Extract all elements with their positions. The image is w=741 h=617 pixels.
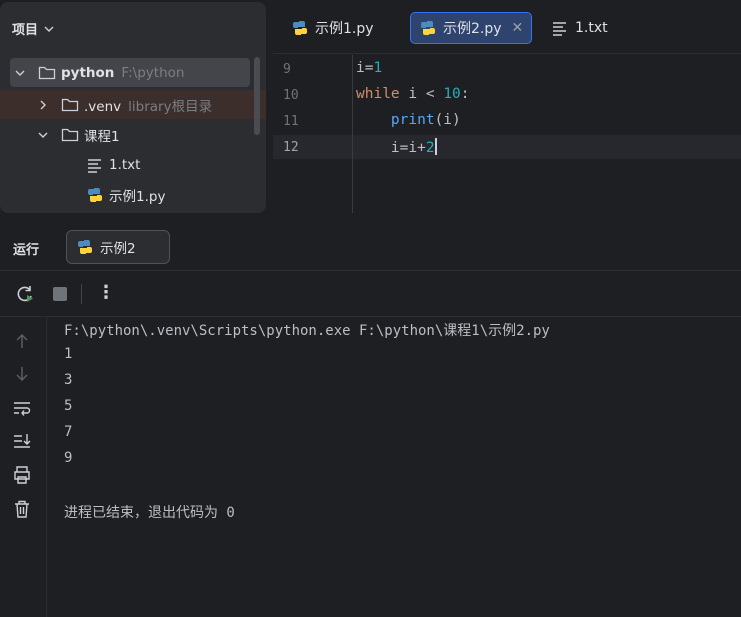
tree-item-txt[interactable]: 1.txt xyxy=(0,150,266,179)
tab-label: 示例1.py xyxy=(315,21,374,37)
code-keyword: while xyxy=(356,86,400,102)
code-text: i < xyxy=(399,86,444,102)
tree-item-label: 1.txt xyxy=(109,156,141,173)
arrow-up-icon[interactable] xyxy=(12,331,32,351)
arrow-down-icon[interactable] xyxy=(12,364,32,384)
console-line: 7 xyxy=(64,424,73,440)
console-side-toolbar xyxy=(0,317,47,617)
tab-label: 示例2.py xyxy=(443,21,502,37)
project-panel: 项目 python F:\python .venv library根目录 课程1 1… xyxy=(0,2,266,213)
rerun-icon[interactable] xyxy=(15,284,35,304)
tree-item-example1[interactable]: 示例1.py xyxy=(0,180,266,209)
run-panel-title: 运行 xyxy=(13,243,40,258)
project-header[interactable]: 项目 xyxy=(12,19,54,38)
code-number: 1 xyxy=(373,60,383,76)
code-function: print xyxy=(390,112,435,128)
trash-icon[interactable] xyxy=(12,499,32,519)
line-number: 9 xyxy=(283,62,291,77)
editor-panel: 示例1.py 示例2.py ✕ 1.txt 9 10 11 12 i=1 whi… xyxy=(273,2,741,213)
tree-scrollbar[interactable] xyxy=(254,57,260,135)
print-icon[interactable] xyxy=(12,465,32,485)
tree-item-python[interactable]: python F:\python xyxy=(10,58,250,87)
code-text: i= xyxy=(356,60,374,76)
line-number: 12 xyxy=(283,140,299,155)
code-text: i=i+ xyxy=(390,140,426,156)
chevron-down-icon xyxy=(38,132,48,138)
run-tab-label: 示例2 xyxy=(100,241,136,257)
tree-item-label: 示例1.py xyxy=(109,188,166,205)
tab-example1[interactable]: 示例1.py xyxy=(283,12,382,44)
tree-item-path: F:\python xyxy=(121,64,185,81)
python-file-icon xyxy=(293,21,307,35)
soft-wrap-icon[interactable] xyxy=(12,398,32,418)
text-file-icon xyxy=(553,22,566,36)
run-config-tab[interactable]: 示例2 xyxy=(66,230,170,264)
scroll-to-end-icon[interactable] xyxy=(12,431,32,451)
chevron-right-icon xyxy=(40,100,46,109)
run-panel: 运行 示例2 ⋮ F:\python\.venv\Scripts\python.… xyxy=(0,222,741,617)
tab-example2[interactable]: 示例2.py ✕ xyxy=(410,12,533,44)
editor-tab-bar: 示例1.py 示例2.py ✕ 1.txt xyxy=(273,2,741,54)
tab-label: 1.txt xyxy=(575,20,608,36)
tree-item-venv[interactable]: .venv library根目录 xyxy=(0,90,266,119)
code-line[interactable]: i=1 xyxy=(356,60,382,76)
tree-item-hint: library根目录 xyxy=(128,98,213,115)
code-line[interactable]: while i < 10: xyxy=(356,86,470,102)
toolbar-separator xyxy=(81,284,82,304)
text-file-icon xyxy=(88,158,101,173)
code-number: 2 xyxy=(425,140,435,156)
text-caret xyxy=(434,138,437,155)
code-number: 10 xyxy=(443,86,461,102)
line-number-gutter: 9 10 11 12 xyxy=(273,55,353,213)
console-line: 3 xyxy=(64,372,73,388)
divider xyxy=(0,316,741,317)
code-line[interactable]: i=i+2 xyxy=(356,138,437,156)
folder-icon xyxy=(61,98,79,111)
console-line: F:\python\.venv\Scripts\python.exe F:\py… xyxy=(64,323,550,339)
divider xyxy=(0,270,741,271)
tree-item-course1[interactable]: 课程1 xyxy=(0,120,266,149)
more-icon[interactable]: ⋮ xyxy=(97,282,115,303)
console-line: 5 xyxy=(64,398,73,414)
chevron-down-icon xyxy=(44,26,54,32)
tree-item-label: 课程1 xyxy=(84,128,120,145)
folder-icon xyxy=(38,66,56,79)
stop-icon[interactable] xyxy=(53,287,67,301)
code-text: (i) xyxy=(434,112,461,128)
python-file-icon xyxy=(78,240,92,254)
project-title: 项目 xyxy=(12,23,39,38)
tree-item-label: .venv xyxy=(84,98,122,115)
code-text: : xyxy=(460,86,470,102)
tab-txt[interactable]: 1.txt xyxy=(543,12,616,44)
folder-icon xyxy=(61,128,79,141)
console-line: 1 xyxy=(64,346,73,362)
close-icon[interactable]: ✕ xyxy=(512,20,524,36)
line-number: 11 xyxy=(283,114,299,129)
python-file-icon xyxy=(421,21,435,35)
line-number: 10 xyxy=(283,88,299,103)
console-line: 进程已结束，退出代码为 0 xyxy=(64,505,235,521)
tree-item-label: python xyxy=(61,64,115,81)
chevron-down-icon xyxy=(15,70,25,76)
code-line[interactable]: print(i) xyxy=(356,112,461,128)
python-file-icon xyxy=(88,187,102,202)
console-line: 9 xyxy=(64,450,73,466)
